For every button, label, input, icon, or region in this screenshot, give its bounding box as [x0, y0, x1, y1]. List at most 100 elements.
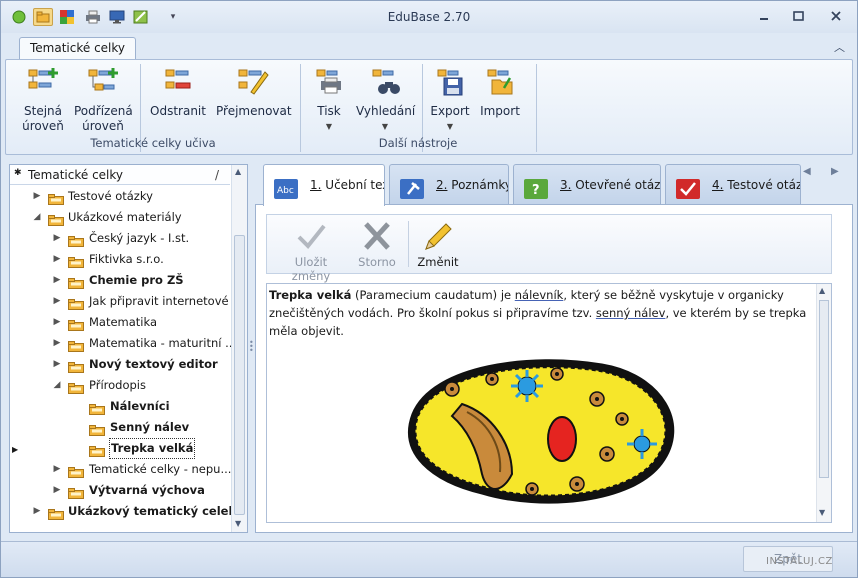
- edit-button[interactable]: Změnit: [415, 221, 461, 269]
- expand-icon[interactable]: ▶: [52, 228, 62, 249]
- tree-item[interactable]: Trepka velká: [10, 438, 230, 459]
- tree-scroll-thumb[interactable]: [234, 235, 245, 515]
- tree-item-label: Výtvarná výchova: [89, 483, 205, 497]
- tree-item[interactable]: ▶ Matematika - maturitní ...: [10, 333, 236, 354]
- tree-item[interactable]: ▶ Chemie pro ZŠ: [10, 270, 230, 291]
- save-changes-button[interactable]: Uložit změny: [275, 221, 347, 283]
- doc-link-nalevnik[interactable]: nálevník: [515, 288, 564, 302]
- expand-icon[interactable]: ▶: [32, 186, 42, 207]
- tab-1[interactable]: Abc 1. Učební text: [263, 164, 385, 206]
- question-icon: ?: [524, 175, 548, 199]
- tree-header-mark: /: [215, 168, 220, 182]
- print-button[interactable]: Tisk ▼: [312, 66, 346, 134]
- tree-header: ✱ Tematické celky /: [10, 165, 230, 185]
- minimize-icon[interactable]: [753, 7, 775, 25]
- sub-level-button[interactable]: Podřízená úroveň: [74, 66, 133, 134]
- folder-icon: [68, 485, 84, 499]
- folder-icon: [68, 317, 84, 331]
- doc-scroll-up-icon[interactable]: ▲: [819, 286, 825, 295]
- expand-icon[interactable]: ▶: [52, 354, 62, 375]
- tree-item[interactable]: ▶ Tematické celky - nepu...: [10, 459, 232, 480]
- tree-item-label: Tematické celky - nepu...: [89, 462, 232, 476]
- folder-icon: [68, 254, 84, 268]
- tree-item-label: Testové otázky: [68, 189, 153, 203]
- ribbon-tab-tematicke-celky[interactable]: Tematické celky: [19, 37, 137, 60]
- tab-title: Poznámky: [451, 178, 509, 192]
- same-level-button[interactable]: Stejná úroveň: [18, 66, 68, 134]
- rename-pencil-icon: [237, 66, 269, 98]
- tree-item-label: Trepka velká: [108, 438, 196, 459]
- add-same-level-icon: [27, 66, 59, 98]
- tab-4[interactable]: 4. Testové otázky: [665, 164, 801, 204]
- tab-title: Učební text: [325, 178, 384, 192]
- tree-item[interactable]: ▶ Nový textový editor: [10, 354, 230, 375]
- doc-scroll-down-icon[interactable]: ▼: [819, 508, 825, 517]
- print-dropdown-icon[interactable]: ▼: [312, 119, 346, 134]
- search-dropdown-icon[interactable]: ▼: [356, 119, 414, 134]
- remove-button[interactable]: Odstranit: [146, 66, 210, 119]
- export-button[interactable]: Export ▼: [430, 66, 470, 134]
- tree-new-row-icon: ✱: [14, 168, 22, 178]
- maximize-icon[interactable]: [787, 7, 809, 25]
- tab-scroll-right-icon[interactable]: ▶: [831, 166, 839, 177]
- folder-icon: [68, 464, 84, 478]
- collapse-icon[interactable]: ◢: [52, 375, 62, 396]
- panel-splitter[interactable]: • • •: [249, 339, 254, 355]
- checkmark-icon: [676, 175, 700, 199]
- close-icon[interactable]: [825, 7, 847, 25]
- import-button[interactable]: Import: [478, 66, 522, 119]
- expand-icon[interactable]: ▶: [52, 249, 62, 270]
- tree-item[interactable]: ▶ Český jazyk - I.st.: [10, 228, 230, 249]
- expand-icon[interactable]: ▶: [52, 480, 62, 501]
- tab-scroll-left-icon[interactable]: ◀: [803, 166, 811, 177]
- tree-item[interactable]: Senný nálev: [10, 417, 230, 438]
- title-bar: ▾ EduBase 2.70: [1, 1, 857, 33]
- tree-item[interactable]: ▶ Výtvarná výchova: [10, 480, 230, 501]
- same-level-label-1: Stejná: [24, 104, 62, 118]
- expand-icon[interactable]: ▶: [52, 459, 62, 480]
- expand-icon[interactable]: ▶: [52, 333, 62, 354]
- tree-scrollbar[interactable]: ▲ ▼: [231, 165, 247, 532]
- cancel-button[interactable]: Storno: [355, 221, 399, 269]
- expand-icon[interactable]: ▶: [52, 291, 62, 312]
- expand-icon[interactable]: ▶: [32, 501, 42, 522]
- rename-label: Přejmenovat: [216, 104, 292, 118]
- remove-level-icon: [162, 66, 194, 98]
- search-button[interactable]: Vyhledání ▼: [356, 66, 416, 134]
- expand-icon[interactable]: ▶: [52, 270, 62, 291]
- svg-text:?: ?: [532, 183, 540, 198]
- doc-link-senny-nalev[interactable]: senný nálev: [596, 306, 666, 320]
- paramecium-illustration: [392, 344, 692, 514]
- tree-item-label: Matematika - maturitní ...: [89, 336, 237, 350]
- document-scrollbar[interactable]: ▲ ▼: [816, 284, 831, 522]
- tree-item-label: Jak připravit internetové ...: [89, 294, 244, 308]
- tree-item[interactable]: ▶ Testové otázky: [10, 186, 230, 207]
- tree-item[interactable]: ◢ Přírodopis: [10, 375, 230, 396]
- ribbon-collapse-icon[interactable]: ︿: [834, 39, 845, 55]
- export-dropdown-icon[interactable]: ▼: [430, 119, 470, 134]
- abc-text-icon: Abc: [274, 175, 298, 199]
- window-title: EduBase 2.70: [387, 10, 471, 24]
- tab-label: 3. Otevřené otázky: [560, 165, 660, 204]
- pencil-icon: [422, 221, 454, 251]
- scroll-down-icon[interactable]: ▼: [235, 519, 241, 528]
- tree-item[interactable]: ▶ Fiktivka s.r.o.: [10, 249, 230, 270]
- scroll-up-icon[interactable]: ▲: [235, 167, 241, 176]
- tree-item-label: Přírodopis: [89, 378, 146, 392]
- topic-tree[interactable]: ✱ Tematické celky / ▶ Testové otázky ◢ Ukáz…: [9, 164, 248, 533]
- tree-item-label: Fiktivka s.r.o.: [89, 252, 164, 266]
- tab-3[interactable]: ? 3. Otevřené otázky: [513, 164, 661, 204]
- tab-2[interactable]: 2. Poznámky: [389, 164, 509, 204]
- tree-item[interactable]: ▶ Ukázkový tematický celek: [10, 501, 236, 522]
- collapse-icon[interactable]: ◢: [32, 207, 42, 228]
- tree-item-label: Matematika: [89, 315, 158, 329]
- doc-scroll-thumb[interactable]: [819, 300, 829, 478]
- search-label: Vyhledání: [356, 104, 416, 118]
- tree-item[interactable]: ▶ Matematika: [10, 312, 230, 333]
- document-area[interactable]: Trepka velká (Paramecium caudatum) je ná…: [266, 283, 832, 523]
- tree-item[interactable]: ◢ Ukázkové materiály: [10, 207, 230, 228]
- tree-item[interactable]: Nálevníci: [10, 396, 230, 417]
- rename-button[interactable]: Přejmenovat: [216, 66, 292, 119]
- tree-item[interactable]: ▶ Jak připravit internetové ...: [10, 291, 243, 312]
- expand-icon[interactable]: ▶: [52, 312, 62, 333]
